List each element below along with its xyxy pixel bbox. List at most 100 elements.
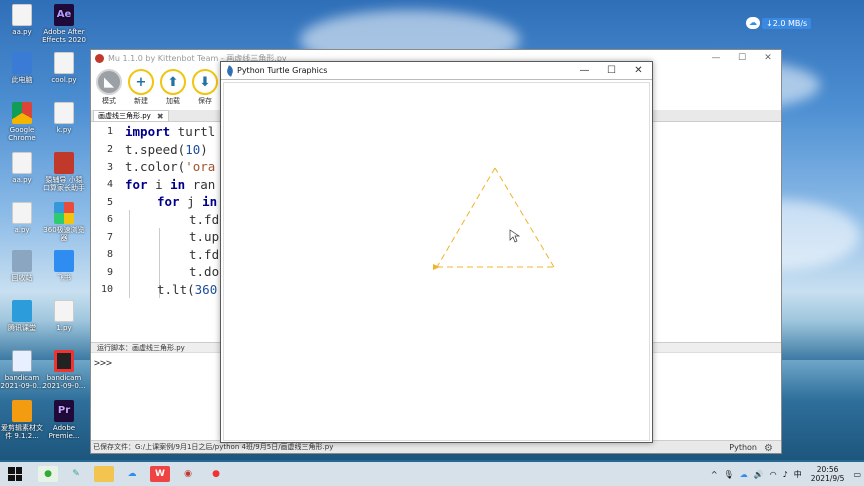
microphone-icon[interactable]: 🎙 (724, 470, 734, 479)
record-taskbar-icon[interactable]: ● (206, 466, 226, 482)
drawing-svg (433, 167, 555, 270)
desktop-icon[interactable]: cool.py (42, 52, 86, 84)
desktop-icon[interactable]: 回收站 (0, 250, 44, 282)
code-line: for i in ran (125, 177, 216, 192)
turtle-canvas[interactable] (223, 82, 650, 441)
save-button[interactable]: ⬇ 保存 (189, 66, 221, 106)
close-button[interactable]: ✕ (755, 53, 781, 63)
desktop-icon[interactable]: 360极速浏览器 (42, 202, 86, 242)
code-line: t.color('ora (125, 159, 216, 174)
minimize-button[interactable]: — (571, 65, 598, 76)
wps-icon[interactable]: W (150, 466, 170, 482)
taskbar-app-icon[interactable]: ✎ (66, 466, 86, 482)
mu-logo-icon (95, 53, 104, 63)
file-tab-label: 画虚线三角形.py (98, 111, 151, 120)
bandicam-icon (54, 350, 74, 372)
notification-icon[interactable]: ▭ (853, 470, 861, 479)
turtle-graphics-window[interactable]: Python Turtle Graphics — ☐ ✕ (220, 61, 653, 443)
desktop-icon[interactable]: 腾讯课堂 (0, 300, 44, 332)
desktop-icon[interactable]: 猿辅导 小猿口算家长助手 (42, 152, 86, 192)
editor-icon (12, 400, 32, 422)
desktop-icon-label: 飞书 (57, 274, 71, 282)
new-label: 新建 (134, 97, 148, 105)
mu-taskbar-icon[interactable]: ◉ (178, 466, 198, 482)
maximize-button[interactable]: ☐ (729, 53, 755, 63)
desktop-icon-label: 1.py (56, 324, 72, 332)
code-editor[interactable]: 1 2 3 4 5 6 7 8 9 10 import turtl t.spee… (91, 122, 221, 342)
ime-indicator[interactable]: 中 (794, 469, 802, 480)
download-icon: ⬇ (192, 69, 218, 95)
maximize-button[interactable]: ☐ (598, 65, 625, 76)
desktop-icon[interactable]: 此电脑 (0, 52, 44, 84)
recycle-bin-icon (12, 250, 32, 272)
cloud-icon: ☁ (746, 17, 760, 29)
network-speed-widget[interactable]: ☁ ↓2.0 MB/s (746, 16, 812, 30)
load-button[interactable]: ⬆ 加载 (157, 66, 189, 106)
desktop-icon[interactable]: aa.py (0, 4, 44, 36)
desktop-icon[interactable]: aa.py (0, 152, 44, 184)
mouse-pointer-icon (509, 229, 521, 243)
taskbar-app-icon[interactable]: ● (38, 466, 58, 482)
volume-icon[interactable]: 🔊 (754, 470, 764, 479)
network-speed-value: ↓2.0 MB/s (762, 17, 812, 29)
load-label: 加载 (166, 97, 180, 105)
desktop-icon-label: 腾讯课堂 (8, 324, 36, 332)
desktop-icon[interactable]: k.py (42, 102, 86, 134)
desktop-icon[interactable]: 1.py (42, 300, 86, 332)
after-effects-icon: Ae (54, 4, 74, 26)
new-button[interactable]: + 新建 (125, 66, 157, 106)
desktop-icon-label: aa.py (12, 28, 32, 36)
360-browser-icon (54, 202, 74, 224)
line-number: 7 (106, 232, 113, 243)
python-file-icon (12, 202, 32, 224)
mode-indicator[interactable]: Python (729, 441, 757, 454)
clock-time: 20:56 (816, 465, 839, 474)
desktop-icon[interactable]: Google Chrome (0, 102, 44, 142)
line-number: 5 (106, 197, 113, 208)
gear-icon[interactable]: ⚙ (764, 442, 773, 455)
minimize-button[interactable]: — (703, 53, 729, 63)
turtle-cursor-icon (433, 264, 440, 270)
taskbar-cloud-icon[interactable]: ☁ (122, 466, 142, 482)
code-line: import turtl (125, 124, 216, 139)
code-line: t.fd (189, 247, 220, 262)
desktop-icon[interactable]: 爱剪辑素材文件 9.1.2... (0, 400, 44, 440)
triangle-side (494, 167, 555, 268)
premiere-icon: Pr (54, 400, 74, 422)
desktop-icon-label: 爱剪辑素材文件 9.1.2... (1, 424, 43, 440)
desktop-icon-label: bandicam 2021-09-0... (42, 374, 86, 390)
app-icon (54, 152, 74, 174)
close-button[interactable]: ✕ (625, 65, 652, 76)
folder-icon[interactable] (94, 466, 114, 482)
speaker-icon[interactable]: ♪ (783, 470, 788, 479)
python-file-icon (12, 4, 32, 26)
desktop-icon-label: 回收站 (11, 274, 33, 282)
code-line: t.lt(360 (157, 282, 218, 297)
taskbar: ● ✎ ☁ W ◉ ● ^ 🎙 ☁ 🔊 ◠ ♪ 中 20:56 2021/9/5… (0, 462, 864, 486)
desktop-icon[interactable]: bandicam 2021-09-0... (42, 350, 86, 390)
clock[interactable]: 20:56 2021/9/5 (811, 465, 845, 483)
tray-overflow-icon[interactable]: ^ (711, 470, 718, 479)
desktop-icon[interactable]: bandicam 2021-09-0... (0, 350, 44, 390)
wifi-icon[interactable]: ◠ (770, 470, 777, 479)
mode-icon: ◣ (96, 69, 122, 95)
desktop-icon[interactable]: Pr Adobe Premie... (42, 400, 86, 440)
save-label: 保存 (198, 97, 212, 105)
desktop-icon[interactable]: a.py (0, 202, 44, 234)
code-line: t.up (189, 229, 220, 244)
close-tab-icon[interactable]: ✖ (157, 111, 164, 122)
desktop-icon-label: aa.py (12, 176, 32, 184)
desktop-icon[interactable]: 飞书 (42, 250, 86, 282)
file-tab[interactable]: 画虚线三角形.py ✖ (93, 110, 169, 121)
desktop-icon[interactable]: Ae Adobe After Effects 2020 (42, 4, 86, 44)
dashed-triangle (436, 167, 555, 268)
desktop-icon-label: bandicam 2021-09-0... (0, 374, 44, 390)
windows-start-icon[interactable] (8, 467, 22, 481)
line-number: 4 (106, 179, 113, 190)
cloud-tray-icon[interactable]: ☁ (740, 470, 748, 479)
code-line: t.do (189, 264, 220, 279)
turtle-titlebar[interactable]: Python Turtle Graphics — ☐ ✕ (221, 62, 652, 80)
desktop-icon-label: cool.py (51, 76, 77, 84)
mode-button[interactable]: ◣ 模式 (93, 66, 125, 106)
desktop-icon-label: 猿辅导 小猿口算家长助手 (43, 176, 85, 192)
